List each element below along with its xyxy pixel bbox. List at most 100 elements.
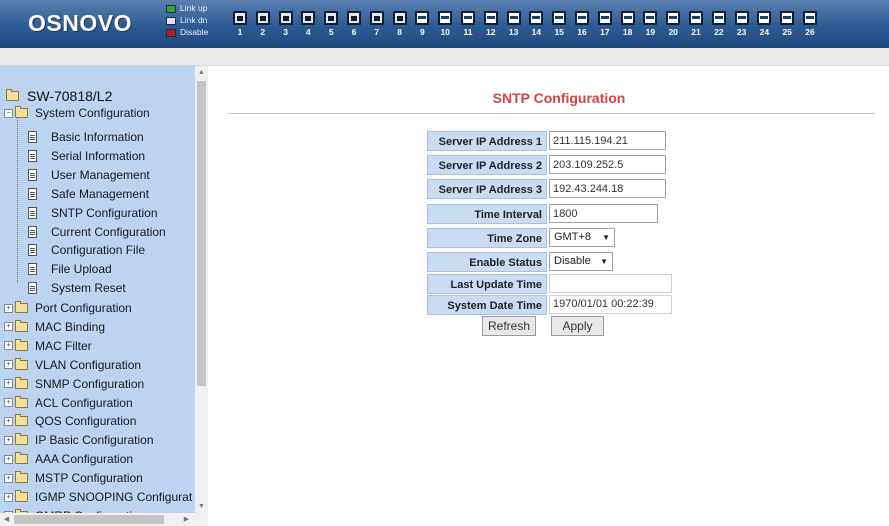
field-label: System Date Time (427, 295, 547, 315)
port-number: 1 (237, 27, 243, 37)
page-icon (28, 282, 37, 295)
server-ip-1-input[interactable] (549, 131, 666, 150)
scroll-thumb[interactable] (197, 81, 206, 386)
tree-group[interactable]: + SNMP Configuration (4, 375, 144, 393)
port-24[interactable]: 24 (755, 11, 773, 45)
apply-button[interactable]: Apply (551, 316, 604, 336)
tree-group[interactable]: + MAC Binding (4, 318, 105, 336)
server-ip-3-input[interactable] (549, 179, 666, 198)
expand-icon[interactable]: + (4, 416, 13, 426)
port-15[interactable]: 15 (550, 11, 568, 45)
tree-root[interactable]: SW-70818/L2 (6, 88, 112, 104)
sidebar-item[interactable]: Current Configuration (28, 223, 166, 241)
expand-icon[interactable]: + (4, 341, 13, 351)
scroll-right-icon[interactable]: ▶ (180, 513, 193, 526)
expand-icon[interactable]: + (4, 303, 13, 313)
tree-group[interactable]: + AAA Configuration (4, 450, 133, 468)
tree-group[interactable]: + IGMP SNOOPING Configurat (4, 488, 192, 506)
sidebar-vertical-scrollbar[interactable]: ▲ ▼ (195, 66, 208, 513)
port-5[interactable]: 5 (322, 11, 340, 45)
tree-group[interactable]: + Port Configuration (4, 299, 132, 317)
tree-group-system-configuration[interactable]: − System Configuration (4, 104, 150, 122)
tree-group[interactable]: + ACL Configuration (4, 394, 133, 412)
port-link-up-icon (392, 11, 407, 25)
port-number: 4 (306, 27, 311, 37)
port-14[interactable]: 14 (527, 11, 545, 45)
sidebar-item[interactable]: Configuration File (28, 241, 145, 259)
port-link-down-icon (689, 11, 703, 25)
port-4[interactable]: 4 (299, 11, 317, 45)
expand-icon[interactable]: + (4, 379, 13, 389)
port-25[interactable]: 25 (778, 11, 796, 45)
expand-icon[interactable]: + (4, 492, 13, 502)
folder-icon (15, 357, 28, 370)
port-26[interactable]: 26 (801, 11, 819, 45)
port-number: 11 (463, 27, 473, 37)
system-date-time-value: 1970/01/01 00:22:39 (549, 295, 672, 314)
enable-status-select[interactable]: Disable ▼ (549, 252, 613, 271)
port-10[interactable]: 10 (436, 11, 454, 45)
page-icon (28, 263, 37, 276)
time-zone-value: GMT+8 (554, 231, 591, 243)
port-12[interactable]: 12 (482, 11, 500, 45)
expand-icon[interactable]: + (4, 454, 13, 464)
sidebar-item[interactable]: File Upload (28, 260, 112, 278)
tree-group-label: QOS Configuration (35, 414, 137, 429)
scroll-left-icon[interactable]: ◀ (0, 513, 13, 526)
sidebar-item-label: Configuration File (51, 243, 146, 258)
scroll-up-icon[interactable]: ▲ (195, 66, 208, 79)
port-16[interactable]: 16 (573, 11, 591, 45)
tree-group[interactable]: + VLAN Configuration (4, 356, 141, 374)
time-interval-input[interactable] (549, 204, 658, 223)
tree-group[interactable]: + MAC Filter (4, 337, 92, 355)
refresh-button[interactable]: Refresh (482, 316, 536, 336)
tree-group[interactable]: + MSTP Configuration (4, 469, 143, 487)
collapse-icon[interactable]: − (4, 108, 13, 118)
port-11[interactable]: 11 (459, 11, 477, 45)
sidebar-horizontal-scrollbar[interactable]: ◀ ▶ (0, 513, 208, 526)
sidebar-item[interactable]: Basic Information (28, 128, 144, 146)
title-divider (228, 113, 875, 114)
port-3[interactable]: 3 (277, 11, 295, 45)
port-20[interactable]: 20 (664, 11, 682, 45)
port-22[interactable]: 22 (710, 11, 728, 45)
expand-icon[interactable]: + (4, 435, 13, 445)
scroll-down-icon[interactable]: ▼ (195, 500, 208, 513)
expand-icon[interactable]: + (4, 322, 13, 332)
port-link-down-icon (552, 11, 567, 25)
port-1[interactable]: 1 (231, 11, 249, 45)
port-link-down-icon (803, 11, 817, 25)
sidebar-item[interactable]: Serial Information (28, 147, 145, 165)
sidebar-item[interactable]: SNTP Configuration (28, 204, 158, 222)
port-18[interactable]: 18 (619, 11, 637, 45)
tree-group-label: MSTP Configuration (35, 471, 143, 486)
tree-group[interactable]: + QOS Configuration (4, 412, 136, 430)
port-9[interactable]: 9 (413, 11, 431, 45)
scroll-thumb[interactable] (14, 515, 164, 524)
sidebar-item[interactable]: System Reset (28, 279, 126, 297)
expand-icon[interactable]: + (4, 398, 13, 407)
port-link-up-icon (255, 11, 270, 25)
tree-group[interactable]: + IP Basic Configuration (4, 431, 154, 449)
sidebar-item[interactable]: User Management (28, 166, 150, 184)
port-number: 15 (554, 27, 564, 37)
port-21[interactable]: 21 (687, 11, 705, 45)
port-number: 17 (600, 27, 610, 37)
legend-label: Link dn (180, 15, 208, 25)
form-row-server-3: Server IP Address 3 (427, 179, 672, 199)
expand-icon[interactable]: + (4, 473, 13, 483)
expand-icon[interactable]: + (4, 360, 13, 370)
port-2[interactable]: 2 (254, 11, 272, 45)
sidebar-item[interactable]: Safe Management (28, 185, 149, 203)
port-19[interactable]: 19 (641, 11, 659, 45)
legend-label: Disable (180, 27, 209, 37)
time-zone-select[interactable]: GMT+8 ▼ (549, 228, 615, 247)
port-7[interactable]: 7 (368, 11, 386, 45)
port-6[interactable]: 6 (345, 11, 363, 45)
folder-icon (15, 395, 28, 408)
port-23[interactable]: 23 (733, 11, 751, 45)
port-13[interactable]: 13 (505, 11, 523, 45)
port-17[interactable]: 17 (596, 11, 614, 45)
port-8[interactable]: 8 (391, 11, 409, 45)
server-ip-2-input[interactable] (549, 155, 666, 174)
